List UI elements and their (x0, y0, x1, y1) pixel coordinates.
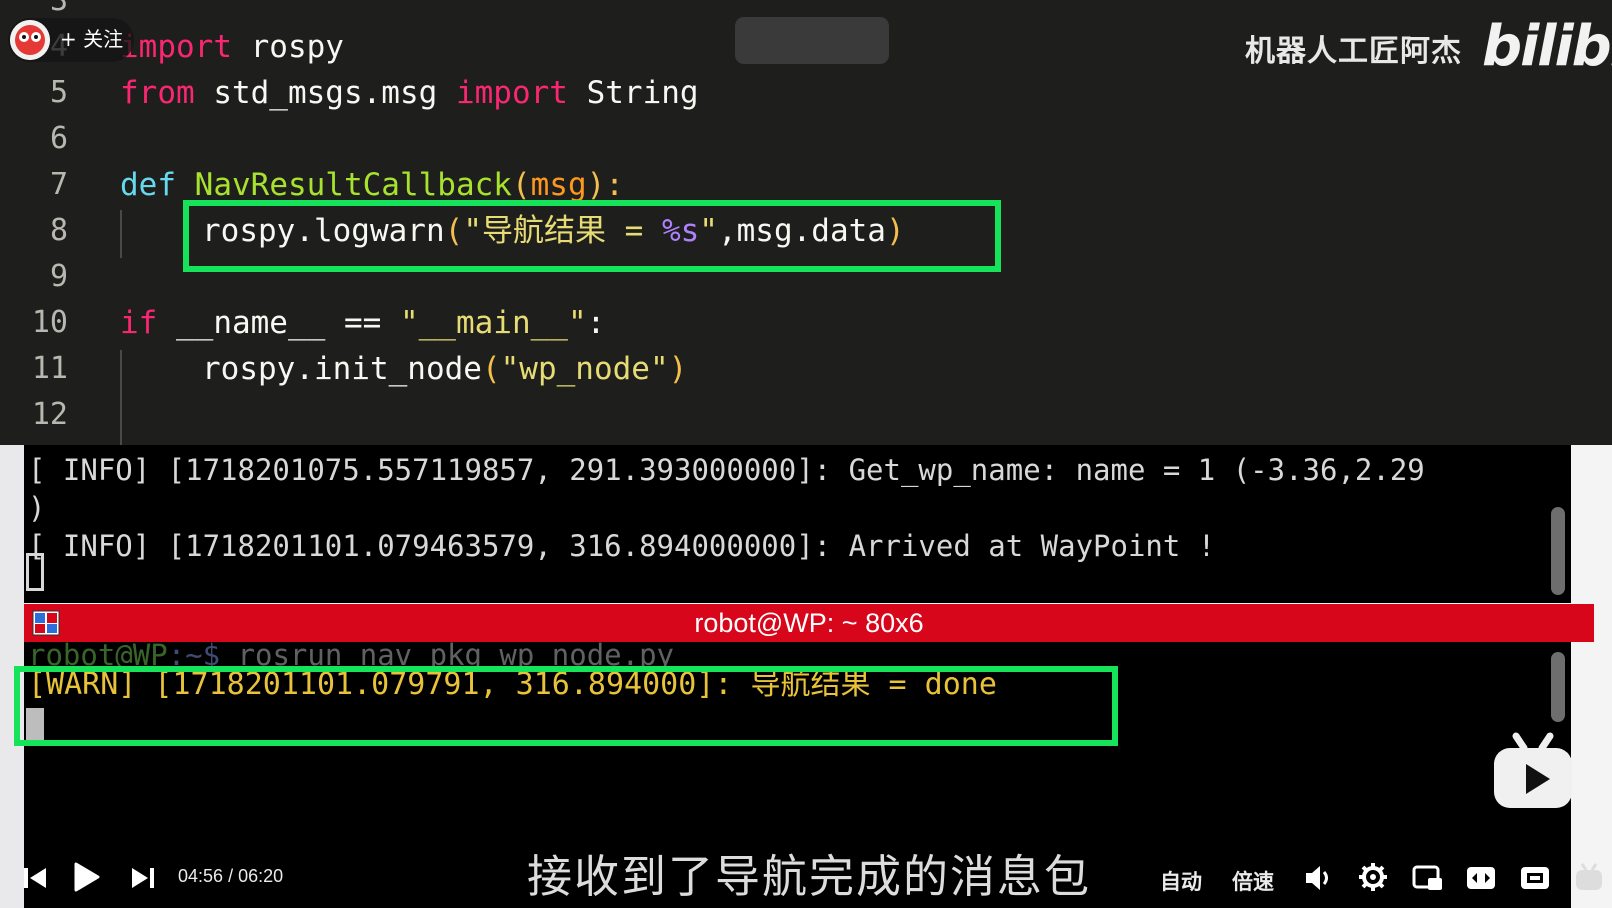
avatar-icon (10, 20, 50, 60)
time-separator: / (228, 866, 234, 886)
code-paren: ) (668, 351, 688, 387)
volume-icon[interactable] (1304, 864, 1334, 892)
code-paren: ): (586, 167, 624, 203)
code-text: rospy (231, 29, 344, 65)
code-text: : (586, 305, 606, 341)
bilibili-tv-play-icon[interactable] (1492, 732, 1574, 812)
line-number: 9 (49, 259, 68, 294)
next-icon[interactable] (132, 866, 154, 890)
indent-guide (120, 350, 122, 445)
code-line-5: from std_msgs.msg import String (120, 70, 699, 116)
terminal-scrollbar[interactable] (1551, 652, 1565, 722)
line-number: 10 (31, 305, 68, 340)
uploader-name: 机器人工匠阿杰 (1245, 34, 1462, 69)
code-paren: ( (511, 167, 531, 203)
subtitle: 接收到了导航完成的消息包 (526, 850, 1091, 903)
video-player[interactable]: 3 4 5 6 7 8 9 10 11 12 import rospy from… (0, 0, 1612, 908)
code-keyword: import (120, 29, 232, 65)
previous-icon[interactable] (24, 866, 46, 890)
speed-button[interactable]: 倍速 (1232, 866, 1274, 896)
line-number: 5 (49, 75, 68, 110)
code-arg: msg (530, 167, 587, 203)
picture-in-picture-icon[interactable] (1412, 864, 1444, 892)
terminal-output-line: [ INFO] [1718201075.557119857, 291.39300… (28, 453, 1425, 487)
code-line-11: rospy.init_node("wp_node") (202, 346, 687, 392)
tv-mascot-icon[interactable] (1574, 862, 1604, 892)
top-center-pill (735, 17, 889, 64)
terminal-output-line: ) (28, 491, 46, 525)
fullscreen-icon[interactable] (1520, 864, 1550, 892)
code-keyword: def (120, 167, 176, 203)
bilibili-logo: bilibili (1482, 14, 1612, 79)
line-number: 8 (49, 213, 68, 248)
code-text: __name__ == (157, 305, 400, 341)
line-number: 12 (31, 397, 68, 432)
code-string: "wp_node" (500, 351, 669, 387)
line-number: 7 (49, 167, 68, 202)
code-keyword: if (120, 305, 158, 341)
code-line-10: if __name__ == "__main__": (120, 300, 605, 346)
code-text: std_msgs.msg (194, 75, 456, 111)
highlight-box-warn (14, 666, 1118, 746)
code-text: String (567, 75, 699, 111)
time-current: 04:56 (178, 866, 224, 886)
terminal-output-line: [ INFO] [1718201101.079463579, 316.89400… (28, 529, 1216, 563)
code-function-name: NavResultCallback (176, 167, 512, 203)
code-string: "__main__" (399, 305, 587, 341)
terminal-cursor (26, 553, 44, 591)
code-text: rospy.init_node (202, 351, 482, 387)
terminal-window-1[interactable]: [ INFO] [1718201075.557119857, 291.39300… (24, 445, 1571, 603)
time-display: 04:56 / 06:20 (178, 866, 283, 887)
line-number: 11 (31, 351, 68, 386)
follow-button[interactable]: + 关注 (60, 24, 123, 54)
uploader-avatar[interactable] (10, 20, 50, 60)
indent-guide (120, 210, 122, 258)
play-icon[interactable] (74, 862, 100, 892)
auto-quality-button[interactable]: 自动 (1160, 866, 1202, 896)
terminal-scrollbar[interactable] (1551, 507, 1565, 595)
code-line-4: import rospy (120, 24, 344, 70)
settings-gear-icon[interactable] (1358, 862, 1388, 892)
code-keyword: from (120, 75, 195, 111)
code-paren: ( (481, 351, 501, 387)
code-keyword: import (455, 75, 568, 111)
widescreen-icon[interactable] (1466, 864, 1496, 892)
time-total: 06:20 (238, 866, 284, 886)
line-number: 6 (49, 121, 68, 156)
highlight-box-code (183, 200, 1001, 272)
